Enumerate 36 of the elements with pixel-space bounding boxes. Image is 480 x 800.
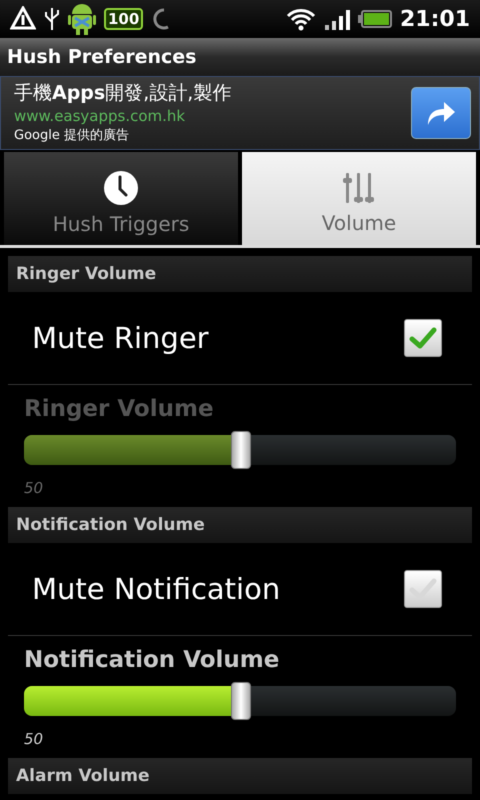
ad-banner[interactable]: 手機Apps開發,設計,製作 www.easyapps.com.hk Google 提供的廣告 xyxy=(0,76,480,150)
battery-icon xyxy=(358,10,392,28)
wifi-icon xyxy=(286,7,316,31)
ad-headline: 手機Apps開發,設計,製作 xyxy=(14,81,232,106)
curved-arrow-icon xyxy=(425,99,457,127)
section-title: Notification Volume xyxy=(16,515,205,535)
checkbox[interactable] xyxy=(404,570,442,608)
ad-attribution: Google 提供的廣告 xyxy=(14,127,130,145)
tab[interactable]: Hush Triggers xyxy=(4,152,238,245)
ad-url[interactable]: www.easyapps.com.hk xyxy=(14,106,411,126)
checkbox[interactable] xyxy=(404,319,442,357)
preference-row[interactable]: Mute Notification xyxy=(8,543,472,636)
check-mark-icon xyxy=(409,326,437,350)
slider-label: Notification Volume xyxy=(24,646,280,675)
slider-thumb[interactable] xyxy=(231,682,251,720)
clock-time: 21:01 xyxy=(400,6,470,32)
preference-row[interactable]: Mute Ringer xyxy=(8,292,472,385)
signal-icon xyxy=(324,7,350,31)
window-title: Hush Preferences xyxy=(0,38,480,76)
share-button[interactable] xyxy=(411,87,471,139)
slider-label: Ringer Volume xyxy=(24,395,215,424)
slider-value: 50 xyxy=(24,479,44,497)
preference-label: Mute Notification xyxy=(32,572,280,606)
preference-label: Mute Ringer xyxy=(32,321,209,355)
section-title: Alarm Volume xyxy=(16,766,150,786)
battery-level-badge: 100 xyxy=(104,8,144,30)
warning-icon xyxy=(10,6,36,32)
tab[interactable]: Volume xyxy=(242,152,476,245)
slider-thumb[interactable] xyxy=(231,431,251,469)
slider-value: 50 xyxy=(24,730,44,748)
sliders-icon xyxy=(342,171,376,205)
clock-icon xyxy=(103,170,139,206)
usb-icon xyxy=(44,6,60,32)
robot-icon xyxy=(68,2,96,36)
moon-icon xyxy=(151,7,172,31)
section-title: Ringer Volume xyxy=(16,264,156,284)
